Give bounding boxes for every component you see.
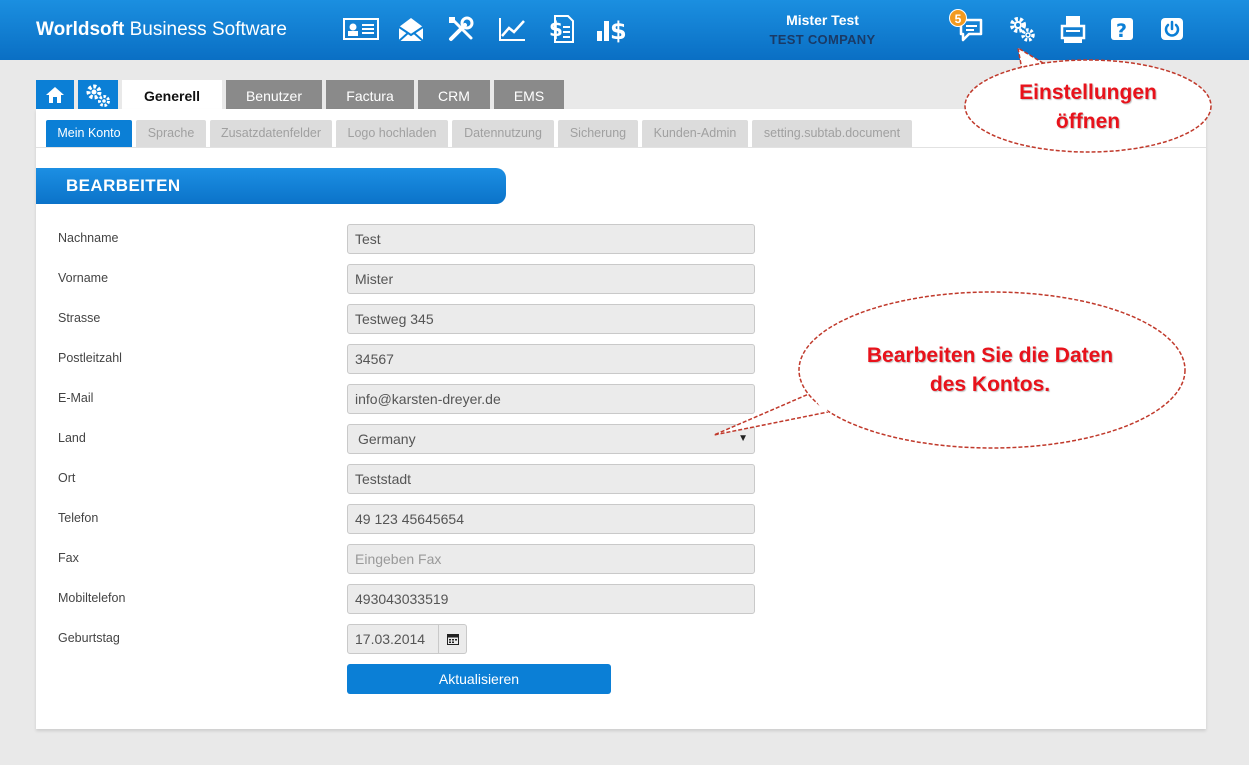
company-name: TEST COMPANY xyxy=(769,32,876,47)
settings-gears-icon[interactable] xyxy=(1004,14,1040,44)
edit-callout-text: Bearbeiten Sie die Daten des Kontos. xyxy=(866,344,1114,396)
aktualisieren-button[interactable]: Aktualisieren xyxy=(347,664,611,694)
subtab-kunden-admin[interactable]: Kunden-Admin xyxy=(642,120,748,147)
ort-field[interactable]: Teststadt xyxy=(347,464,755,494)
geburtstag-field[interactable]: 17.03.2014 xyxy=(347,624,439,654)
land-select[interactable]: Germany ▼ xyxy=(347,424,755,454)
nachname-field[interactable]: Test xyxy=(347,224,755,254)
label-geburtstag: Geburtstag xyxy=(58,631,120,645)
section-title: BEARBEITEN xyxy=(36,168,506,204)
mobiltelefon-field[interactable]: 493043033519 xyxy=(347,584,755,614)
postleitzahl-field[interactable]: 34567 xyxy=(347,344,755,374)
vorname-field[interactable]: Mister xyxy=(347,264,755,294)
notification-badge[interactable]: 5 xyxy=(949,9,967,27)
power-icon[interactable] xyxy=(1154,14,1190,44)
subtab-datennutzung[interactable]: Datennutzung xyxy=(452,120,554,147)
label-fax: Fax xyxy=(58,551,79,565)
tab-settings[interactable] xyxy=(78,80,118,110)
home-icon xyxy=(46,87,64,103)
strasse-field[interactable]: Testweg 345 xyxy=(347,304,755,334)
tab-crm[interactable]: CRM xyxy=(418,80,490,110)
label-ort: Ort xyxy=(58,471,76,485)
svg-text:$: $ xyxy=(610,17,627,43)
label-vorname: Vorname xyxy=(58,271,109,285)
label-nachname: Nachname xyxy=(58,231,119,245)
invoice-icon[interactable]: $ xyxy=(543,14,579,44)
subtab-sicherung[interactable]: Sicherung xyxy=(558,120,638,147)
finance-icon[interactable]: $ xyxy=(594,14,630,44)
contact-card-icon[interactable] xyxy=(343,14,379,44)
svg-text:?: ? xyxy=(1116,20,1127,42)
subtab-zusatzdatenfelder[interactable]: Zusatzdatenfelder xyxy=(210,120,332,147)
fax-field[interactable]: Eingeben Fax xyxy=(347,544,755,574)
help-icon[interactable]: ? xyxy=(1104,14,1140,44)
tab-ems[interactable]: EMS xyxy=(494,80,564,110)
subtab-logo-hochladen[interactable]: Logo hochladen xyxy=(336,120,448,147)
label-land: Land xyxy=(58,431,86,445)
land-selected-value: Germany xyxy=(358,431,416,447)
gears-icon xyxy=(86,84,110,107)
label-mobiltelefon: Mobiltelefon xyxy=(58,591,126,605)
tools-icon[interactable] xyxy=(443,14,479,44)
subtab-mein-konto[interactable]: Mein Konto xyxy=(46,120,132,147)
calendar-icon xyxy=(446,634,459,645)
telefon-field[interactable]: 49 123 45645654 xyxy=(347,504,755,534)
subtab-document[interactable]: setting.subtab.document xyxy=(752,120,912,147)
subtab-sprache[interactable]: Sprache xyxy=(136,120,206,147)
user-name: Mister Test xyxy=(786,12,859,28)
email-field[interactable]: info@karsten-dreyer.de xyxy=(347,384,755,414)
label-telefon: Telefon xyxy=(58,511,99,525)
app-brand: Worldsoft Business Software xyxy=(36,19,287,40)
calendar-button[interactable] xyxy=(439,624,467,654)
tab-factura[interactable]: Factura xyxy=(326,80,414,110)
svg-text:$: $ xyxy=(549,17,563,41)
tab-benutzer[interactable]: Benutzer xyxy=(226,80,322,110)
chart-icon[interactable] xyxy=(494,14,530,44)
tab-generell[interactable]: Generell xyxy=(122,80,222,111)
tab-home[interactable] xyxy=(36,80,74,110)
label-email: E-Mail xyxy=(58,391,94,405)
settings-callout-text: Einstellungen öffnen xyxy=(1019,81,1157,133)
label-strasse: Strasse xyxy=(58,311,101,325)
label-postleitzahl: Postleitzahl xyxy=(58,351,122,365)
mail-icon[interactable] xyxy=(393,14,429,44)
user-info[interactable]: Mister Test TEST COMPANY xyxy=(740,12,905,47)
fax-icon[interactable] xyxy=(1054,14,1090,44)
